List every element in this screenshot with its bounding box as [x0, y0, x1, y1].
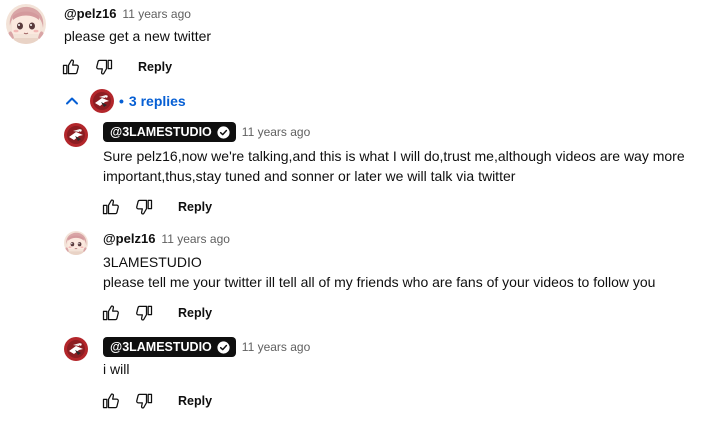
comment-author-handle[interactable]: @pelz16 — [64, 6, 116, 21]
reply-timestamp[interactable]: 11 years ago — [161, 232, 230, 246]
reply-button[interactable]: Reply — [178, 200, 212, 214]
pelz16-avatar-image — [6, 4, 46, 44]
3lamestudio-avatar-image — [64, 123, 88, 147]
thumbs-up-icon — [101, 303, 121, 323]
avatar[interactable] — [6, 4, 46, 44]
reply-button[interactable]: Reply — [178, 306, 212, 320]
channel-owner-chip[interactable]: @3LAMESTUDIO — [103, 337, 236, 357]
reply-author-handle[interactable]: @pelz16 — [103, 231, 155, 246]
creator-avatar-mini — [90, 89, 114, 113]
thumbs-down-icon — [94, 57, 114, 77]
reply-timestamp[interactable]: 11 years ago — [242, 340, 311, 354]
reply-text-line: important,thus,stay tuned and sonner or … — [103, 168, 516, 184]
3lamestudio-avatar-image — [64, 337, 88, 361]
like-button[interactable] — [101, 197, 121, 217]
comment-header: @pelz16 11 years ago — [64, 6, 191, 21]
dislike-button[interactable] — [134, 303, 154, 323]
reply-author-handle: @3LAMESTUDIO — [110, 340, 212, 354]
thumbs-up-icon — [101, 391, 121, 411]
reply-text-line: i will — [103, 361, 130, 377]
reply-author-handle: @3LAMESTUDIO — [110, 125, 212, 139]
reply-text-line: 3LAMESTUDIO — [103, 254, 202, 270]
reply-text-line: Sure pelz16,now we're talking,and this i… — [103, 148, 685, 164]
avatar[interactable] — [64, 123, 88, 147]
reply-text-line: please tell me your twitter ill tell all… — [103, 274, 656, 290]
thumbs-down-icon — [134, 197, 154, 217]
thumbs-up-icon — [61, 57, 81, 77]
thumbs-down-icon — [134, 303, 154, 323]
thumbs-down-icon — [134, 391, 154, 411]
reply-button[interactable]: Reply — [138, 60, 172, 74]
dislike-button[interactable] — [134, 197, 154, 217]
dislike-button[interactable] — [134, 391, 154, 411]
comment-actions: Reply — [61, 57, 172, 77]
avatar[interactable] — [64, 231, 88, 255]
avatar[interactable] — [64, 337, 88, 361]
replies-separator: • — [119, 93, 124, 109]
reply-actions: Reply — [101, 197, 212, 217]
verified-check-icon — [217, 341, 230, 354]
reply-button[interactable]: Reply — [178, 394, 212, 408]
reply-header: @3LAMESTUDIO 11 years ago — [103, 122, 310, 142]
reply-actions: Reply — [101, 303, 212, 323]
comment-timestamp[interactable]: 11 years ago — [122, 7, 191, 21]
thumbs-up-icon — [101, 197, 121, 217]
pelz16-avatar-image — [64, 231, 88, 255]
like-button[interactable] — [61, 57, 81, 77]
replies-count-label: 3 replies — [128, 93, 186, 109]
reply-header: @3LAMESTUDIO 11 years ago — [103, 337, 310, 357]
dislike-button[interactable] — [94, 57, 114, 77]
like-button[interactable] — [101, 391, 121, 411]
verified-check-icon — [217, 126, 230, 139]
replies-toggle-button[interactable]: • 3 replies — [62, 86, 186, 116]
like-button[interactable] — [101, 303, 121, 323]
reply-actions: Reply — [101, 391, 212, 411]
comment-text: please get a new twitter — [64, 28, 212, 44]
reply-header: @pelz16 11 years ago — [103, 231, 230, 246]
reply-timestamp[interactable]: 11 years ago — [242, 125, 311, 139]
channel-owner-chip[interactable]: @3LAMESTUDIO — [103, 122, 236, 142]
chevron-up-icon — [62, 91, 82, 111]
